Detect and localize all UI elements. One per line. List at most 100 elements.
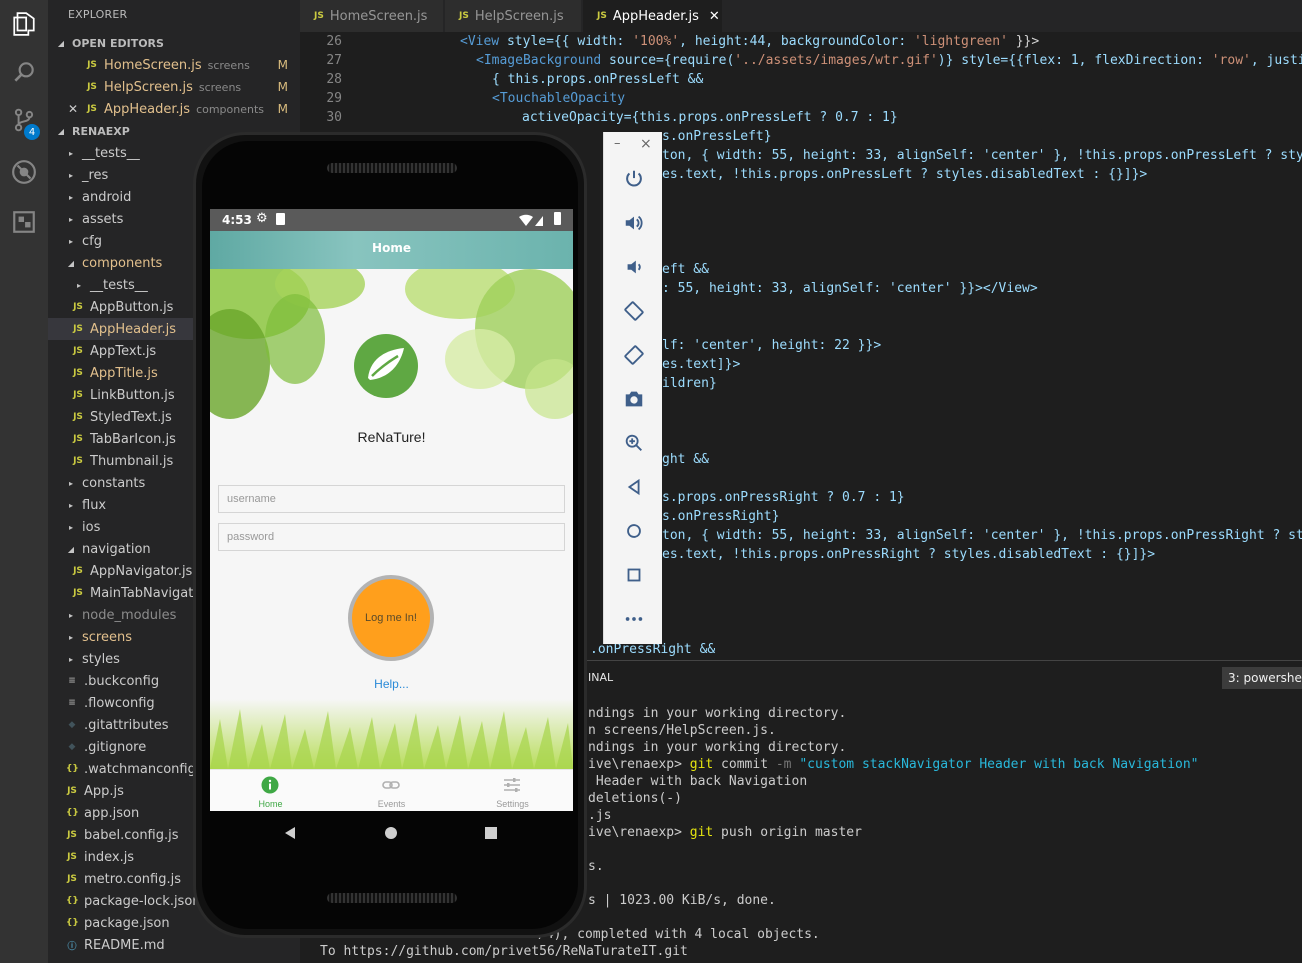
close-icon[interactable]: ✕ — [68, 102, 78, 116]
terminal-line: Header with back Navigation — [588, 774, 808, 789]
terminal-line: To https://github.com/privet56/ReNaTurat… — [320, 944, 688, 959]
power-icon[interactable] — [604, 164, 663, 194]
back-icon[interactable] — [604, 472, 663, 502]
files-icon[interactable] — [0, 0, 48, 48]
code-line: ton, { width: 55, height: 33, alignSelf:… — [662, 148, 1302, 163]
config-file-icon: ≡ — [68, 698, 76, 708]
tab-label: Events — [377, 799, 406, 809]
nav-overview-icon[interactable] — [481, 823, 501, 843]
tab-events[interactable]: Events — [331, 770, 452, 811]
json-file-icon: {} — [66, 896, 79, 906]
app-logo — [354, 334, 418, 398]
js-file-icon: JS — [597, 11, 607, 21]
code-token: 'lightgreen' — [913, 34, 1008, 49]
rotate-right-icon[interactable] — [604, 340, 663, 370]
tree-item-label: AppText.js — [90, 343, 157, 359]
terminal-text: push origin master — [713, 825, 862, 840]
tree-item-label: package.json — [84, 915, 170, 931]
tree-item-label: .watchmanconfig — [84, 761, 196, 777]
code-line: es.text, !this.props.onPressLeft ? style… — [662, 167, 1148, 182]
git-file-icon: ◆ — [68, 720, 76, 730]
line-number: 29 — [326, 91, 342, 106]
app-name: ReNaTure! — [357, 429, 426, 445]
js-file-icon: JS — [73, 368, 83, 378]
rotate-left-icon[interactable] — [604, 296, 663, 326]
phone-screen[interactable]: 4:53 ⚙ Home ReNaTure! username password … — [210, 209, 573, 811]
terminal-string: "custom stackNavigator Header with back … — [791, 757, 1199, 772]
terminal-select[interactable]: 3: powershell — [1222, 667, 1302, 689]
terminal-line: ndings in your working directory. — [588, 706, 847, 721]
tab-helpscreen[interactable]: JS HelpScreen.js — [445, 0, 582, 32]
search-icon[interactable] — [0, 48, 48, 96]
tab-homescreen[interactable]: JS HomeScreen.js — [300, 0, 444, 32]
js-file-icon: JS — [73, 456, 83, 466]
tab-label: HelpScreen.js — [474, 8, 564, 24]
extensions-icon[interactable] — [0, 198, 48, 246]
code-line: s.onPressRight} — [662, 509, 780, 524]
js-file-icon: JS — [87, 82, 97, 92]
code-token: , height:44, backgroundColor: — [679, 34, 914, 49]
open-editors-header[interactable]: ◢ OPEN EDITORS — [48, 32, 300, 54]
help-link[interactable]: Help... — [210, 677, 573, 691]
modified-indicator: M — [277, 102, 288, 116]
tree-item-label: metro.config.js — [84, 871, 181, 887]
sliders-icon — [504, 778, 520, 792]
open-editor-item[interactable]: JS HelpScreen.js screens M — [48, 76, 300, 98]
home-icon[interactable] — [604, 516, 663, 546]
code-token: style={{ width: — [499, 34, 633, 49]
line-number: 28 — [326, 72, 342, 87]
tree-item-label: package-lock.json — [84, 893, 201, 909]
js-file-icon: JS — [73, 390, 83, 400]
open-editor-name: AppHeader.js — [104, 101, 191, 117]
tree-item-label: App.js — [84, 783, 124, 799]
js-file-icon: JS — [67, 874, 77, 884]
tree-item-label: StyledText.js — [90, 409, 172, 425]
debug-icon[interactable] — [0, 148, 48, 196]
camera-icon[interactable] — [604, 384, 663, 414]
tree-item-label: AppHeader.js — [90, 321, 177, 337]
more-icon[interactable] — [604, 604, 663, 634]
login-button[interactable]: Log me In! — [348, 575, 434, 661]
code-token: <View — [460, 34, 500, 49]
tab-home[interactable]: Home — [210, 770, 331, 811]
zoom-icon[interactable] — [604, 428, 663, 458]
overview-icon[interactable] — [604, 560, 663, 590]
link-icon — [382, 781, 400, 789]
close-icon[interactable]: ✕ — [709, 9, 720, 24]
minimize-button[interactable]: – — [614, 136, 621, 151]
tree-item-label: __tests__ — [90, 277, 148, 293]
panel-title: INAL — [588, 671, 614, 684]
tab-label: Home — [258, 799, 283, 809]
login-button-label: Log me In! — [365, 612, 417, 624]
js-file-icon: JS — [73, 588, 83, 598]
open-editor-item[interactable]: ✕ JS AppHeader.js components M — [48, 98, 300, 120]
tab-appheader[interactable]: JS AppHeader.js ✕ — [583, 0, 723, 32]
terminal-prompt: ive\renaexp> — [588, 825, 690, 840]
code-token: '../assets/images/wtr.gif' — [734, 53, 938, 68]
tree-item-label: LinkButton.js — [90, 387, 175, 403]
source-control-icon[interactable] — [0, 96, 48, 144]
js-file-icon: JS — [87, 60, 97, 70]
tab-settings[interactable]: Settings — [452, 770, 573, 811]
close-button[interactable]: × — [640, 136, 652, 152]
tree-item-label: TabBarIcon.js — [90, 431, 176, 447]
config-file-icon: ≡ — [68, 676, 76, 686]
nav-home-icon[interactable] — [381, 823, 401, 843]
password-input[interactable]: password — [218, 523, 565, 551]
volume-down-icon[interactable] — [604, 252, 663, 282]
nav-back-icon[interactable] — [280, 823, 300, 843]
tree-item-label: .buckconfig — [84, 673, 160, 689]
tree-item-label: constants — [82, 475, 146, 491]
tree-item-label: android — [82, 189, 132, 205]
modified-indicator: M — [277, 58, 288, 72]
username-input[interactable]: username — [218, 485, 565, 513]
js-file-icon: JS — [73, 412, 83, 422]
tree-item-label: _res — [82, 167, 109, 183]
js-file-icon: JS — [73, 324, 83, 334]
tree-item-label: node_modules — [82, 607, 177, 623]
android-nav-bar — [210, 811, 573, 855]
volume-up-icon[interactable] — [604, 208, 663, 238]
tree-item-label: __tests__ — [82, 145, 140, 161]
open-editor-item[interactable]: JS HomeScreen.js screens M — [48, 54, 300, 76]
terminal-line: deletions(-) — [588, 791, 682, 806]
